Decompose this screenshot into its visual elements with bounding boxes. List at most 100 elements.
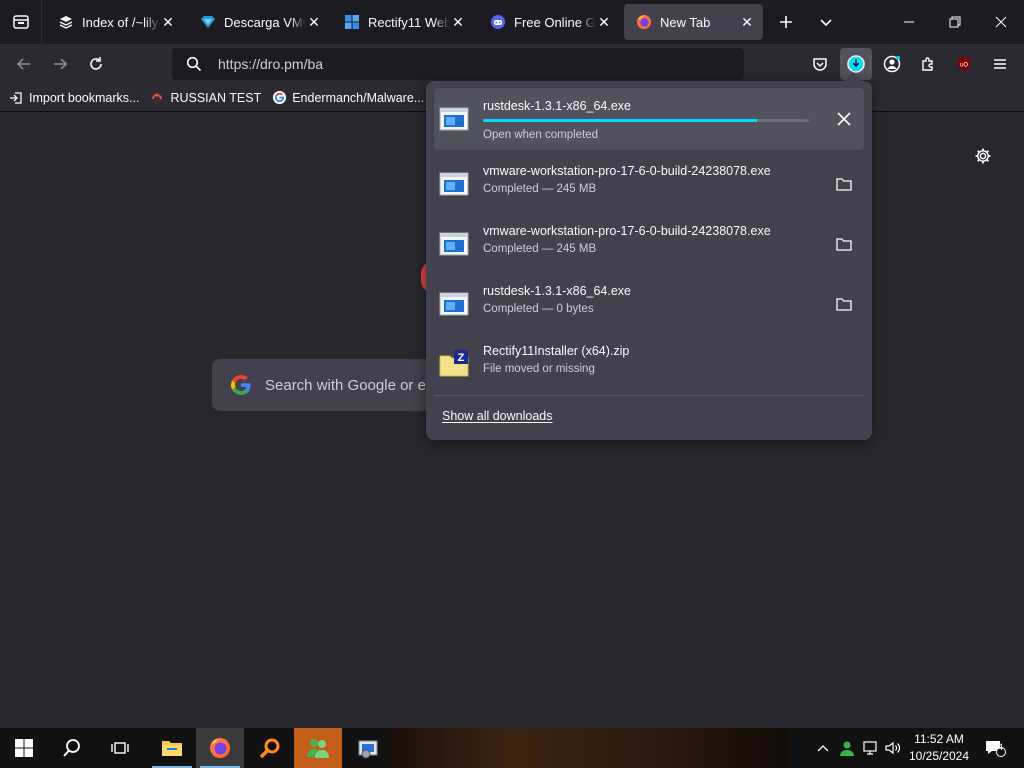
tab-close-icon[interactable]: ✕ [450,14,466,30]
download-progress-bar [483,119,809,122]
show-in-folder-button[interactable] [832,292,856,316]
forward-button[interactable] [44,48,76,80]
firefox-icon [636,14,652,30]
zip-file-icon: Z [439,350,469,377]
show-all-downloads-link[interactable]: Show all downloads [442,409,553,423]
tab-label: Free Online Games [514,14,596,30]
download-filename: rustdesk-1.3.1-x86_64.exe [483,99,632,113]
restore-button[interactable] [932,0,978,44]
list-all-tabs-button[interactable] [808,4,844,40]
account-icon [883,55,901,73]
download-item[interactable]: vmware-workstation-pro-17-6-0-build-2423… [434,153,864,215]
tab-label: Descarga VMware [224,14,306,30]
arrow-right-icon [54,58,68,70]
firefox-view-icon [12,15,29,29]
download-progress-fill [483,119,757,122]
ublock-button[interactable]: uO [948,48,980,80]
firefox-icon [210,738,230,758]
minimize-button[interactable] [886,0,932,44]
tab-index-lily[interactable]: Index of /~lily/v ✕ [46,4,184,40]
folder-icon [836,178,852,191]
game-icon [490,14,506,30]
taskbar-clock[interactable]: 11:52 AM 10/25/2024 [900,731,978,765]
tray-user-icon-button[interactable] [836,728,858,768]
tab-label: Rectify11 Website [368,14,450,30]
task-view-icon [111,742,129,754]
windows-icon [344,14,360,30]
personalize-button[interactable] [970,143,996,169]
account-button[interactable] [876,48,908,80]
magnifier-taskbar[interactable] [246,728,294,768]
restore-icon [949,16,961,28]
tab-close-icon[interactable]: ✕ [739,14,755,30]
tab-rectify11[interactable]: Rectify11 Website ✕ [332,4,474,40]
download-filename: Rectify11Installer (x64).zip [483,344,630,358]
cancel-download-button[interactable] [832,107,856,131]
tab-descarga-vmware[interactable]: Descarga VMware ✕ [188,4,330,40]
extensions-button[interactable] [912,48,944,80]
start-button[interactable] [0,728,48,768]
action-center-button[interactable]: 4 [980,728,1010,768]
plus-icon [780,16,792,28]
show-in-folder-button[interactable] [832,232,856,256]
search-icon [178,56,210,72]
installer-taskbar[interactable] [344,728,392,768]
url-bar[interactable] [172,48,744,80]
download-info: rustdesk-1.3.1-x86_64.exe Open when comp… [483,97,813,141]
back-button[interactable] [8,48,40,80]
tab-close-icon[interactable]: ✕ [596,14,612,30]
firefox-view-button[interactable] [0,0,42,44]
firefox-taskbar[interactable] [196,728,244,768]
gear-icon [975,148,991,164]
download-item[interactable]: rustdesk-1.3.1-x86_64.exe Completed — 0 … [434,273,864,335]
file-explorer-taskbar[interactable] [148,728,196,768]
tab-label: Index of /~lily/v [82,14,160,30]
tab-close-icon[interactable]: ✕ [160,14,176,30]
bookmark-endermanch[interactable]: Endermanch/Malware... [271,90,424,106]
bookmark-russian-test[interactable]: RUSSIAN TEST [149,90,261,106]
reload-button[interactable] [80,48,112,80]
app-green-figures-taskbar[interactable] [294,728,342,768]
download-status: File moved or missing [483,363,595,375]
google-icon [228,372,254,398]
taskbar-wallpaper [388,728,788,768]
url-input[interactable] [218,56,698,72]
installer-icon [358,740,378,759]
download-filename: vmware-workstation-pro-17-6-0-build-2423… [483,164,771,178]
app-menu-button[interactable] [984,48,1016,80]
tab-label: New Tab [660,14,711,30]
close-icon [995,16,1007,28]
download-item[interactable]: vmware-workstation-pro-17-6-0-build-2423… [434,213,864,275]
search-button[interactable] [48,728,96,768]
show-hidden-icons-button[interactable] [812,728,834,768]
reload-icon [90,57,102,70]
google-icon [271,90,287,106]
close-window-button[interactable] [978,0,1024,44]
download-status: Open when completed [483,129,599,141]
people-icon [307,739,329,758]
pocket-button[interactable] [804,48,836,80]
notification-count: 4 [998,742,1004,752]
tab-new-tab[interactable]: New Tab ✕ [624,4,763,40]
exe-file-icon [439,232,469,256]
tab-close-icon[interactable]: ✕ [306,14,322,30]
download-status: Completed — 0 bytes [483,303,594,315]
bookmark-label: RUSSIAN TEST [170,90,262,105]
russian-test-icon [149,90,165,106]
exe-file-icon [439,292,469,316]
chevron-down-icon [820,19,832,27]
new-tab-button[interactable] [768,4,804,40]
download-info: rustdesk-1.3.1-x86_64.exe Completed — 0 … [483,282,813,326]
download-progress-icon [847,55,865,73]
show-in-folder-button[interactable] [832,172,856,196]
download-item[interactable]: Z Rectify11Installer (x64).zip File move… [434,333,864,395]
download-item[interactable]: rustdesk-1.3.1-x86_64.exe Open when comp… [434,88,864,150]
search-icon [63,739,80,757]
minimize-icon [904,21,914,23]
tab-free-online-games[interactable]: Free Online Games ✕ [478,4,620,40]
task-view-button[interactable] [96,728,144,768]
bookmark-import[interactable]: Import bookmarks... [8,90,139,106]
svg-text:Z: Z [458,352,465,364]
network-button[interactable] [860,728,882,768]
windows-logo-icon [15,739,33,757]
